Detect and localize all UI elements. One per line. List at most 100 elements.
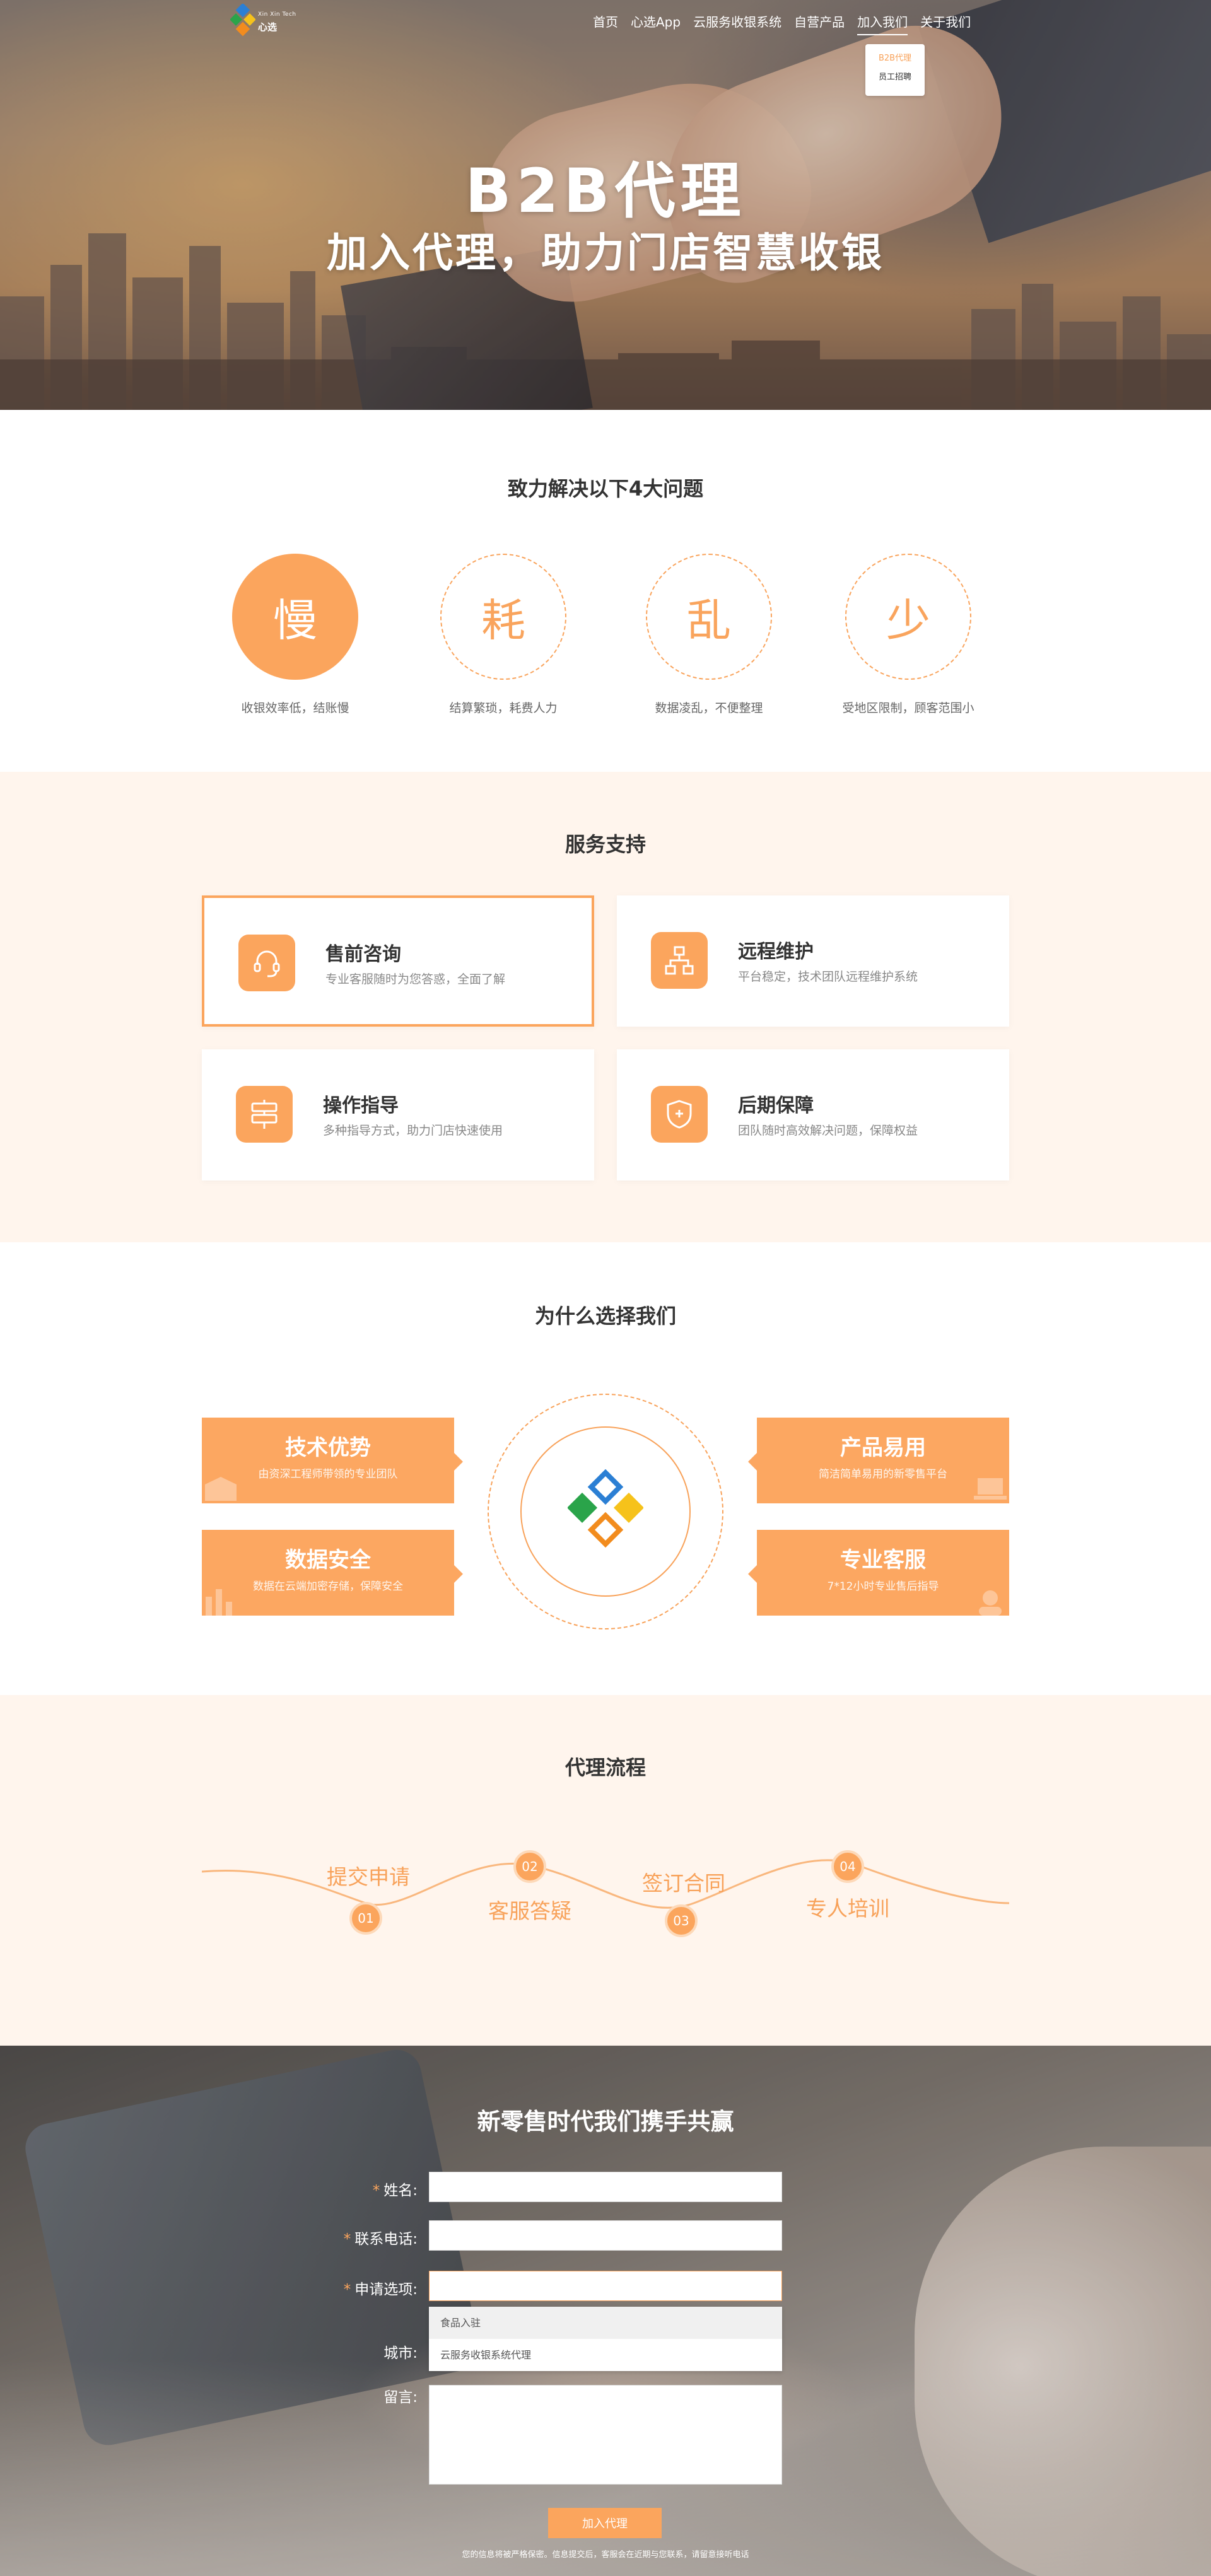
nav-app[interactable]: 心选App: [624, 13, 687, 32]
phone-input[interactable]: [429, 2220, 782, 2251]
service-card-remote[interactable]: 远程维护 平台稳定，技术团队远程维护系统: [617, 895, 1009, 1027]
why-card-desc: 由资深工程师带领的专业团队: [258, 1468, 398, 1481]
option-item-pos-agent[interactable]: 云服务收银系统代理: [429, 2339, 782, 2371]
service-card-guide[interactable]: 操作指导 多种指导方式，助力门店快速使用: [202, 1049, 594, 1180]
top-nav: Xin Xin Tech 心选 首页 心选App 云服务收银系统 自营产品 加入…: [0, 0, 1211, 96]
why-card-desc: 数据在云端加密存储，保障安全: [253, 1580, 403, 1593]
service-title: 远程维护: [738, 941, 814, 963]
services-section: 服务支持 售前咨询 专业客服随时为您答惑，全面了解 远程维护 平台稳定，技术团队…: [0, 772, 1211, 1242]
name-input[interactable]: [429, 2172, 782, 2202]
why-card-title: 技术优势: [285, 1435, 371, 1460]
required-star: *: [372, 2183, 380, 2199]
join-dropdown: B2B代理 员工招聘: [865, 44, 925, 96]
support-agent-icon: [979, 1590, 1002, 1616]
service-desc: 多种指导方式，助力门店快速使用: [323, 1124, 503, 1138]
arrow-right-icon: [454, 1565, 463, 1583]
main-menu: 首页 心选App 云服务收银系统 自营产品 加入我们 关于我们: [587, 13, 977, 35]
problem-circle: 少: [845, 554, 971, 680]
step-label: 客服答疑: [488, 1899, 571, 1923]
name-label: * 姓名:: [291, 2178, 418, 2200]
dropdown-item-b2b[interactable]: B2B代理: [865, 49, 925, 68]
nav-cloud-pos[interactable]: 云服务收银系统: [687, 13, 788, 32]
option-label: * 申请选项:: [291, 2277, 418, 2299]
option-select[interactable]: [429, 2271, 782, 2301]
problem-circle: 耗: [440, 554, 566, 680]
phone-label: * 联系电话:: [291, 2227, 418, 2248]
logo-diamond-icon: [230, 4, 255, 37]
service-title: 售前咨询: [325, 943, 401, 965]
step-dot: 04: [831, 1850, 864, 1883]
why-title: 为什么选择我们: [534, 1304, 676, 1328]
arrow-right-icon: [454, 1453, 463, 1471]
nav-join-us[interactable]: 加入我们: [851, 13, 914, 35]
why-card-title: 数据安全: [285, 1547, 371, 1573]
problem-circle: 慢: [232, 554, 358, 680]
hero-title: B2B代理: [465, 156, 746, 226]
service-desc: 平台稳定，技术团队远程维护系统: [738, 970, 918, 984]
box-icon: [205, 1477, 237, 1501]
nav-home[interactable]: 首页: [587, 13, 624, 32]
service-card-presales[interactable]: 售前咨询 专业客服随时为您答惑，全面了解: [202, 895, 594, 1027]
service-title: 后期保障: [738, 1095, 814, 1117]
service-title: 操作指导: [323, 1095, 399, 1117]
option-dropdown-list: 食品入驻 云服务收银系统代理: [429, 2307, 782, 2371]
city-label: 城市:: [383, 2345, 418, 2362]
join-submit-button[interactable]: 加入代理: [548, 2508, 662, 2538]
option-item-food[interactable]: 食品入驻: [429, 2307, 782, 2339]
problem-caption: 受地区限制，顾客范围小: [842, 701, 974, 715]
problem-caption: 结算繁琐，耗费人力: [449, 701, 558, 715]
message-textarea[interactable]: [429, 2385, 782, 2485]
problems-section: 致力解决以下4大问题 慢 收银效率低，结账慢 耗 结算繁琐，耗费人力 乱 数据凌…: [0, 410, 1211, 772]
privacy-note: 您的信息将被严格保密。信息提交后，客服会在近期与您联系，请留意接听电话: [462, 2550, 749, 2560]
required-star: *: [343, 2231, 351, 2247]
arrow-left-icon: [748, 1565, 757, 1583]
problem-circle: 乱: [646, 554, 772, 680]
logo[interactable]: Xin Xin Tech 心选: [230, 4, 306, 39]
process-title: 代理流程: [565, 1756, 646, 1780]
logo-tagline: Xin Xin Tech: [258, 11, 296, 18]
join-title: 新零售时代我们携手共赢: [477, 2108, 734, 2135]
problem-item: 慢 收银效率低，结账慢: [226, 554, 365, 716]
why-card-tech: 技术优势 由资深工程师带领的专业团队: [202, 1418, 463, 1503]
why-card-service: 专业客服 7*12小时专业售后指导: [748, 1530, 1009, 1616]
problem-item: 少 受地区限制，顾客范围小: [839, 554, 978, 716]
why-card-easy: 产品易用 简洁简单易用的新零售平台: [748, 1418, 1009, 1503]
logo-name: 心选: [258, 21, 278, 33]
why-card-security: 数据安全 数据在云端加密存储，保障安全: [202, 1530, 463, 1616]
shield-icon: [651, 1086, 708, 1143]
step-dot: 02: [513, 1850, 546, 1883]
process-section: 代理流程 提交申请 01 02 客服答疑 签订合同 03 04 专人培训: [0, 1695, 1211, 2046]
step-label: 签订合同: [642, 1871, 725, 1896]
step-dot: 03: [665, 1904, 698, 1937]
bar-chart-icon: [206, 1589, 232, 1616]
service-desc: 团队随时高效解决问题，保障权益: [738, 1124, 918, 1138]
service-desc: 专业客服随时为您答惑，全面了解: [325, 972, 506, 986]
network-icon: [651, 932, 708, 989]
problems-title: 致力解决以下4大问题: [507, 477, 704, 501]
laptop-icon: [974, 1478, 1007, 1500]
name-label-text: 姓名:: [383, 2183, 418, 2199]
brand-diamond-icon: [568, 1469, 643, 1548]
nav-about-us[interactable]: 关于我们: [914, 13, 977, 32]
option-label-text: 申请选项:: [354, 2282, 418, 2298]
step-dot: 01: [349, 1902, 382, 1935]
arrow-left-icon: [748, 1453, 757, 1471]
hero-subtitle: 加入代理，助力门店智慧收银: [327, 230, 884, 277]
phone-label-text: 联系电话:: [354, 2231, 418, 2247]
why-card-title: 专业客服: [840, 1547, 926, 1573]
step-label: 提交申请: [327, 1865, 410, 1889]
problem-caption: 数据凌乱，不便整理: [655, 701, 763, 715]
nav-own-products[interactable]: 自营产品: [788, 13, 851, 32]
services-title: 服务支持: [565, 832, 646, 856]
dropdown-item-recruit[interactable]: 员工招聘: [865, 68, 925, 87]
step-label: 专人培训: [806, 1896, 889, 1921]
problem-item: 耗 结算繁琐，耗费人力: [434, 554, 573, 716]
message-label: 留言:: [383, 2389, 418, 2406]
required-star: *: [343, 2282, 351, 2298]
problem-item: 乱 数据凌乱，不便整理: [640, 554, 778, 716]
headset-icon: [238, 935, 295, 991]
problem-caption: 收银效率低，结账慢: [241, 701, 349, 715]
why-card-title: 产品易用: [840, 1435, 926, 1460]
signpost-icon: [236, 1086, 293, 1143]
service-card-support[interactable]: 后期保障 团队随时高效解决问题，保障权益: [617, 1049, 1009, 1180]
